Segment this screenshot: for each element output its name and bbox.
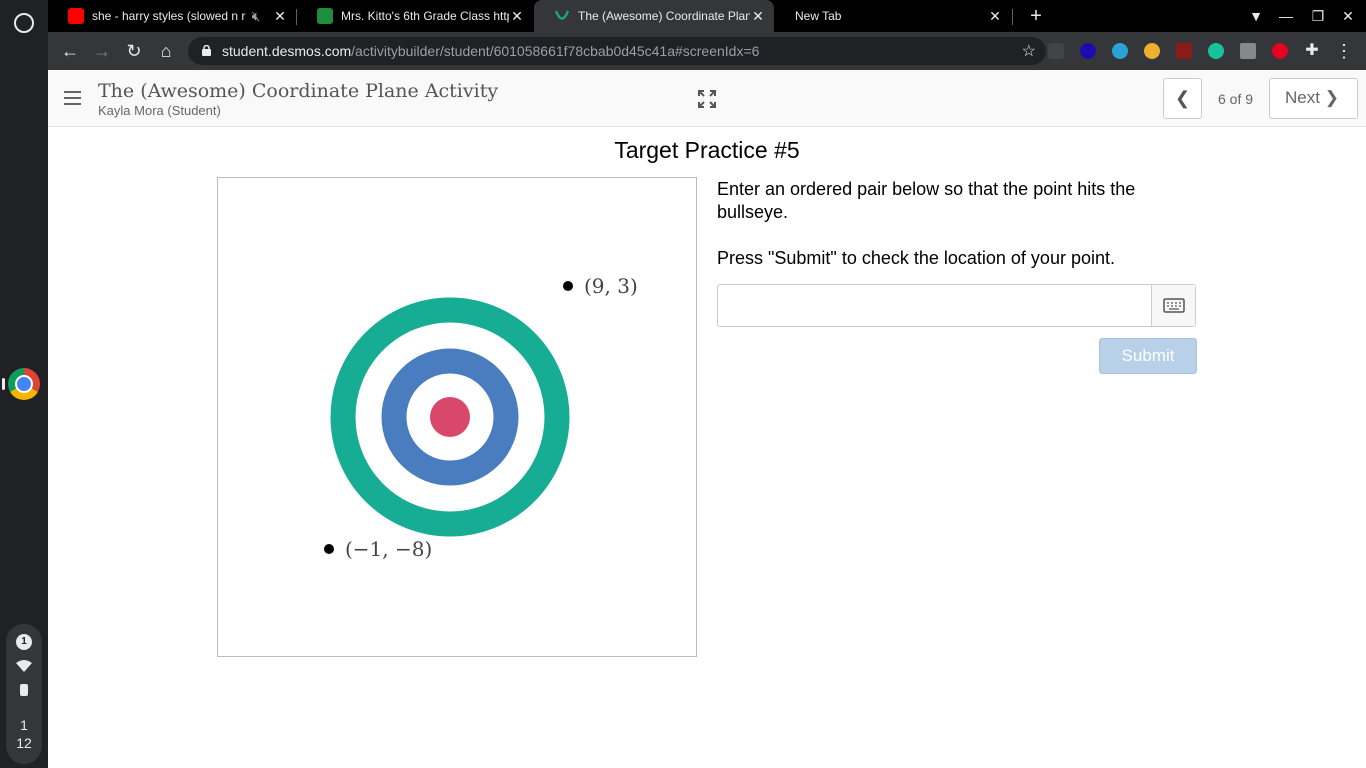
point-neg1-neg8 — [324, 544, 334, 554]
close-tab-icon[interactable]: ✕ — [987, 8, 1003, 25]
extension-icon[interactable] — [1048, 43, 1064, 59]
tab-label: she - harry styles (slowed n r — [92, 9, 246, 23]
youtube-icon — [68, 8, 84, 24]
extension-icon[interactable] — [1112, 43, 1128, 59]
student-name: Kayla Mora (Student) — [98, 103, 221, 118]
back-arrow-icon[interactable]: ← — [56, 37, 84, 65]
grammarly-icon[interactable] — [1208, 43, 1224, 59]
bookmark-star-icon[interactable]: ☆ — [1022, 41, 1036, 61]
new-tab-plus-icon[interactable]: + — [1024, 4, 1048, 28]
url-text: student.desmos.com/activitybuilder/stude… — [222, 43, 759, 59]
keyboard-icon — [1163, 298, 1185, 313]
bullseye — [430, 397, 470, 437]
browser-toolbar: ← → ↻ ⌂ student.desmos.com/activitybuild… — [48, 32, 1366, 70]
battery-icon — [20, 684, 28, 696]
muted-speaker-icon[interactable]: 🔇︎ — [248, 8, 264, 25]
extension-icon[interactable] — [1080, 43, 1096, 59]
tab-strip: she - harry styles (slowed n r 🔇︎ ✕ Mrs.… — [48, 0, 1366, 32]
extension-icon[interactable] — [1240, 43, 1256, 59]
chromeos-shelf: 1 1 12 — [0, 0, 48, 768]
target-graph: (9, 3) (−1, −8) — [217, 177, 697, 657]
next-label: Next — [1285, 88, 1320, 107]
page-indicator: 6 of 9 — [1218, 91, 1254, 107]
tab-desmos-active[interactable]: The (Awesome) Coordinate Plan ✕ — [534, 0, 774, 32]
previous-screen-button[interactable]: ❮ — [1163, 78, 1202, 119]
minimize-icon[interactable]: — — [1276, 6, 1296, 26]
clock-hour: 1 — [20, 717, 28, 733]
point-9-3 — [563, 281, 573, 291]
chevron-right-icon: ❯ — [1324, 88, 1339, 107]
activity-title: The (Awesome) Coordinate Plane Activity — [98, 80, 499, 102]
desmos-icon — [554, 10, 570, 20]
wifi-icon — [16, 660, 32, 672]
launcher-icon[interactable] — [14, 13, 34, 33]
point-label-9-3: (9, 3) — [584, 274, 638, 298]
submit-button[interactable]: Submit — [1099, 338, 1197, 374]
tab-label: Mrs. Kitto's 6th Grade Class http — [341, 9, 509, 23]
restore-icon[interactable]: ❐ — [1308, 6, 1328, 26]
running-app-indicator — [2, 378, 5, 390]
tab-classroom[interactable]: Mrs. Kitto's 6th Grade Class http ✕ — [297, 0, 533, 32]
address-bar[interactable]: student.desmos.com/activitybuilder/stude… — [188, 37, 1046, 65]
tab-label: The (Awesome) Coordinate Plan — [578, 9, 750, 23]
hamburger-menu-icon[interactable] — [64, 91, 81, 105]
home-icon[interactable]: ⌂ — [152, 37, 180, 65]
extension-icon[interactable] — [1144, 43, 1160, 59]
point-label-neg1-neg8: (−1, −8) — [345, 537, 432, 561]
instructions: Enter an ordered pair below so that the … — [717, 178, 1197, 293]
reload-icon[interactable]: ↻ — [120, 37, 148, 65]
chrome-app-icon[interactable] — [8, 368, 40, 400]
tab-search-icon[interactable]: ▼ — [1246, 6, 1266, 26]
extension-icon[interactable] — [1176, 43, 1192, 59]
lock-icon — [202, 45, 211, 56]
instruction-text: Press "Submit" to check the location of … — [717, 248, 1115, 268]
more-menu-icon[interactable]: ⋮ — [1330, 37, 1358, 65]
clock-minute: 12 — [16, 735, 32, 751]
instruction-text: Enter an ordered pair below so that the … — [717, 179, 1136, 222]
extensions-puzzle-icon[interactable]: ✚ — [1298, 37, 1326, 65]
tab-new-tab[interactable]: New Tab ✕ — [775, 0, 1011, 32]
status-tray[interactable]: 1 1 12 — [6, 624, 42, 764]
tab-youtube[interactable]: she - harry styles (slowed n r 🔇︎ ✕ — [48, 0, 296, 32]
ordered-pair-input[interactable] — [717, 284, 1196, 327]
forward-arrow-icon[interactable]: → — [88, 37, 116, 65]
url-path: /activitybuilder/student/601058661f78cba… — [351, 43, 760, 59]
activity-header: The (Awesome) Coordinate Plane Activity … — [48, 70, 1366, 127]
tab-label: New Tab — [795, 9, 842, 23]
system-clock: 1 12 — [6, 716, 42, 752]
close-tab-icon[interactable]: ✕ — [750, 8, 766, 25]
google-classroom-icon — [317, 8, 333, 24]
target-graph-svg: (9, 3) (−1, −8) — [324, 274, 638, 561]
keyboard-toggle-button[interactable] — [1151, 285, 1195, 326]
screen-title: Target Practice #5 — [614, 137, 800, 163]
url-host: student.desmos.com — [222, 43, 352, 59]
close-tab-icon[interactable]: ✕ — [509, 8, 525, 25]
notification-count-badge: 1 — [16, 634, 32, 650]
close-window-icon[interactable]: ✕ — [1338, 6, 1358, 26]
close-tab-icon[interactable]: ✕ — [272, 8, 288, 25]
pinterest-icon[interactable] — [1272, 43, 1288, 59]
next-screen-button[interactable]: Next ❯ — [1269, 78, 1358, 119]
tab-separator — [1012, 9, 1013, 25]
fullscreen-icon[interactable] — [698, 90, 716, 108]
chevron-left-icon: ❮ — [1174, 88, 1191, 108]
